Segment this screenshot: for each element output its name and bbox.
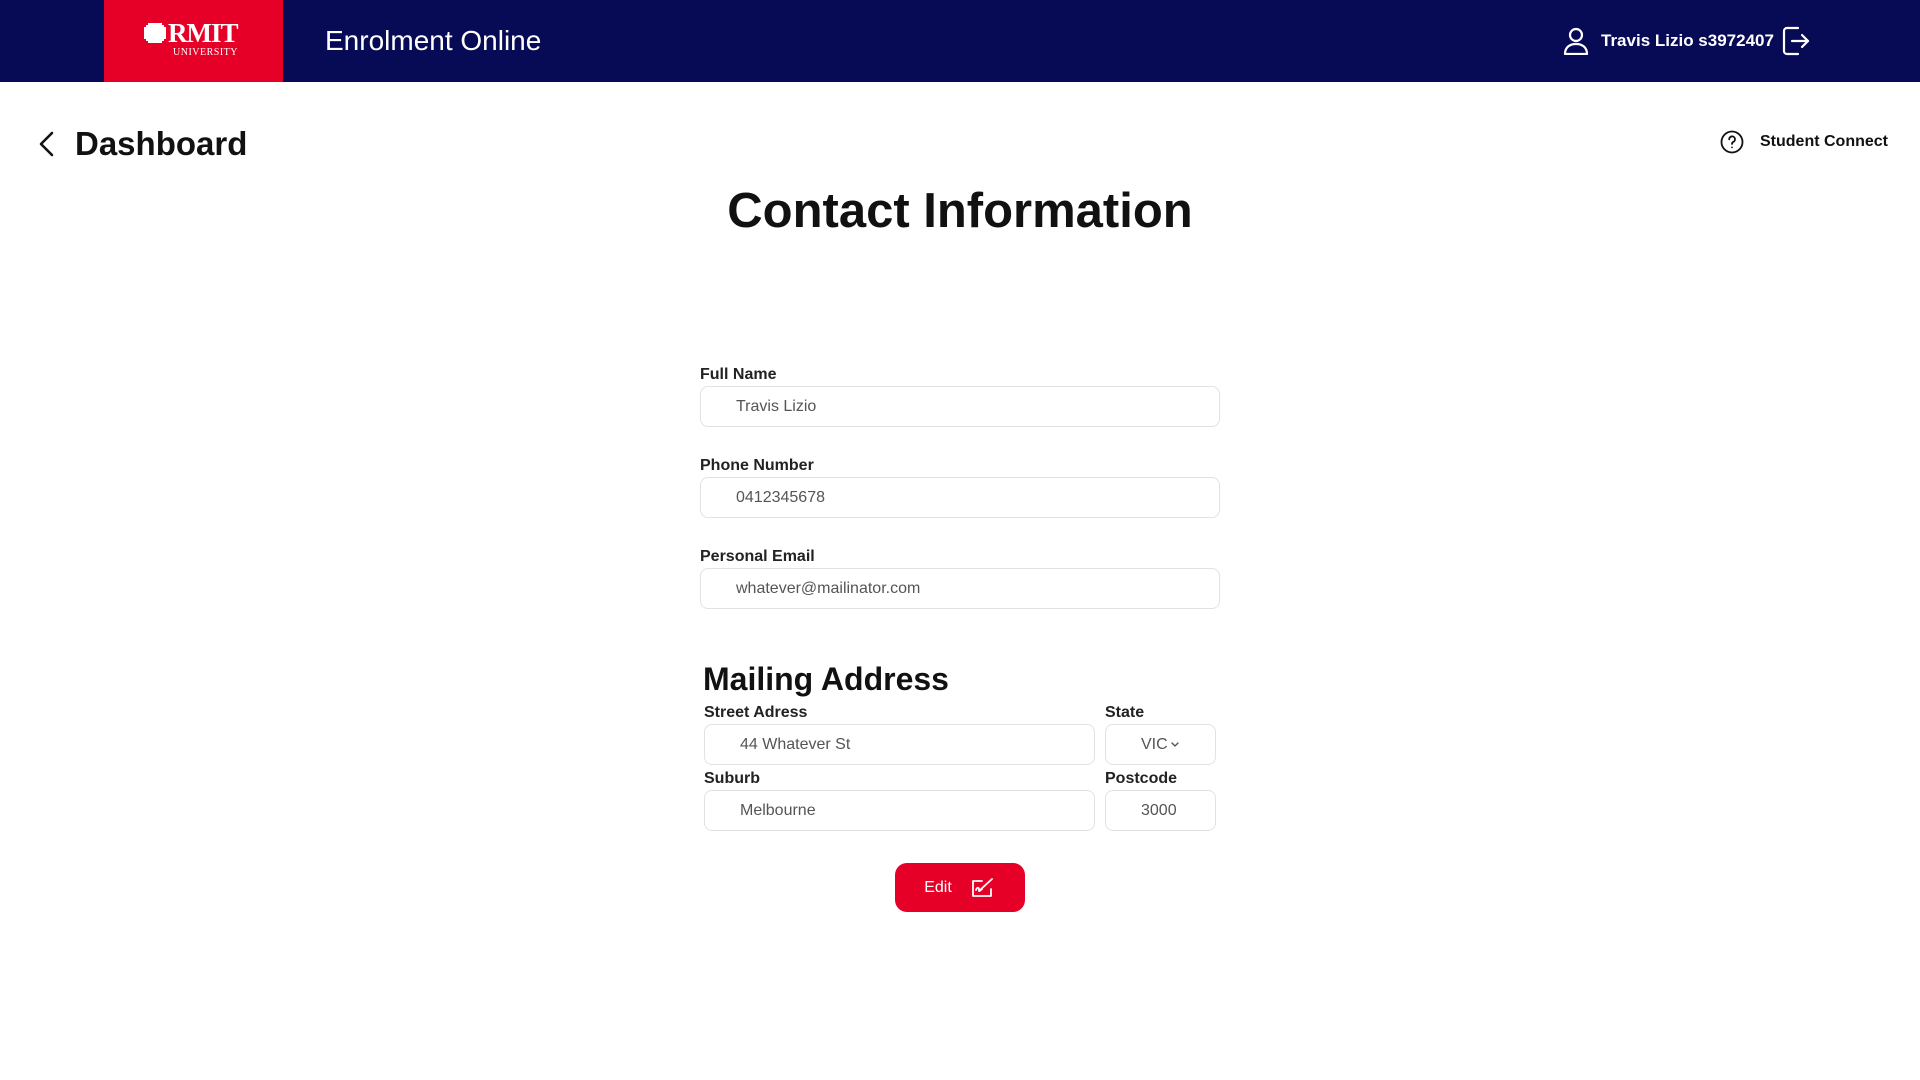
phone-number-label: Phone Number: [700, 457, 814, 474]
state-selected-value: VIC: [1141, 735, 1168, 753]
mailing-address-heading: Mailing Address: [703, 661, 949, 697]
rmit-logo[interactable]: RMIT UNIVERSITY: [104, 0, 283, 82]
state-select[interactable]: VIC: [1105, 724, 1216, 765]
postcode-label: Postcode: [1105, 770, 1178, 787]
logout-icon[interactable]: [1780, 24, 1812, 58]
user-icon: [1563, 27, 1589, 55]
personal-email-field[interactable]: [700, 568, 1220, 609]
edit-button-label: Edit: [924, 878, 952, 896]
back-to-dashboard-link[interactable]: Dashboard: [36, 124, 247, 164]
postcode-field[interactable]: [1105, 790, 1216, 831]
edit-signature-icon: [971, 877, 993, 897]
top-bar: RMIT UNIVERSITY Enrolment Online Travis …: [0, 0, 1920, 82]
page-title: Contact Information: [727, 184, 1193, 238]
logo-subtext: UNIVERSITY: [173, 47, 238, 58]
logo-wordmark: RMIT: [168, 18, 238, 48]
suburb-field[interactable]: [704, 790, 1095, 831]
phone-number-field[interactable]: [700, 477, 1220, 518]
rmit-pixel-mark-icon: [144, 23, 166, 43]
student-connect-label: Student Connect: [1760, 133, 1888, 150]
chevron-left-icon: [39, 131, 54, 157]
street-address-field[interactable]: [704, 724, 1095, 765]
question-circle-icon: [1720, 130, 1744, 154]
back-link-label: Dashboard: [75, 125, 248, 162]
personal-email-label: Personal Email: [700, 548, 815, 565]
full-name-label: Full Name: [700, 366, 777, 383]
app-title: Enrolment Online: [325, 25, 542, 56]
student-connect-link[interactable]: Student Connect: [1720, 130, 1888, 154]
chevron-down-icon: [1170, 741, 1179, 747]
user-name-label: Travis Lizio s3972407: [1601, 31, 1774, 50]
full-name-field[interactable]: [700, 386, 1220, 427]
suburb-label: Suburb: [704, 770, 760, 787]
state-label: State: [1105, 704, 1145, 721]
street-address-label: Street Adress: [704, 704, 808, 721]
edit-button[interactable]: Edit: [895, 863, 1025, 912]
